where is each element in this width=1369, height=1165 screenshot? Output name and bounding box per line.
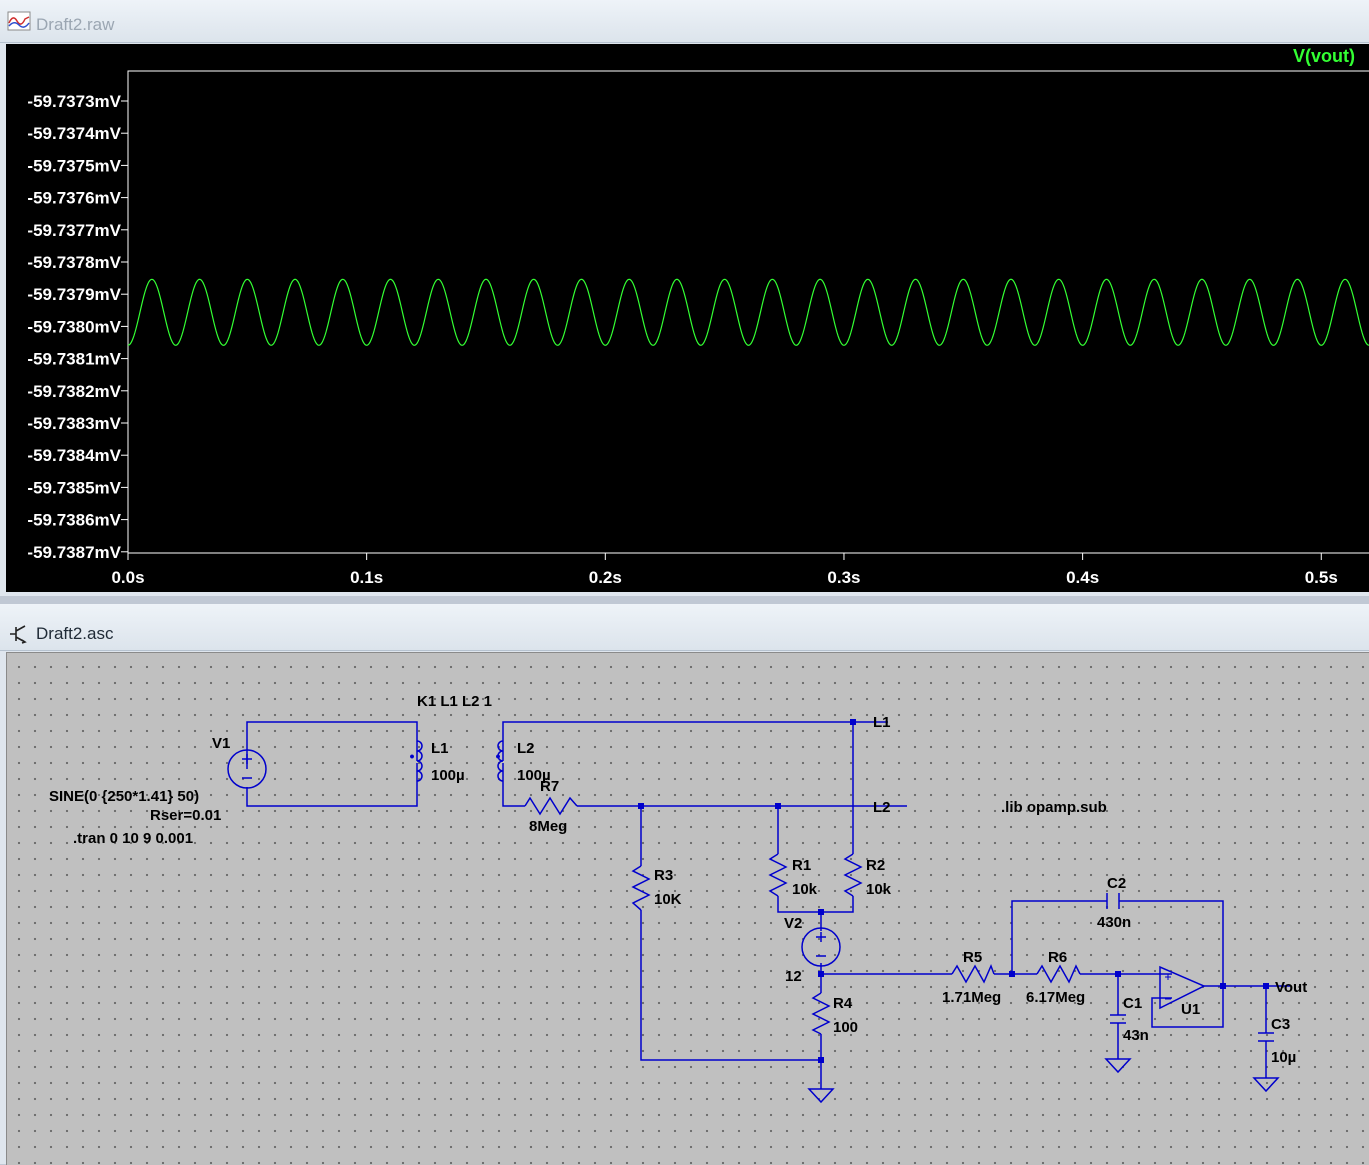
- x-tick-label: 0.4s: [1066, 568, 1099, 587]
- wires: [246, 721, 1275, 1089]
- wire: [246, 721, 418, 769]
- wire: [777, 896, 854, 913]
- r4-resistor[interactable]: [811, 992, 831, 1035]
- net-flag-stubs: [873, 721, 1290, 987]
- label-r4-value: 100: [833, 1019, 858, 1036]
- label-r3-value: 10K: [654, 891, 682, 908]
- label-r6: R6: [1048, 949, 1067, 966]
- y-tick-label: -59.7381mV: [27, 350, 121, 369]
- c1-capacitor[interactable]: [1110, 1014, 1126, 1024]
- dot-marks: [410, 754, 500, 759]
- wire: [246, 763, 418, 807]
- label-l2: L2: [517, 740, 535, 757]
- waveform-window: Draft2.raw -59.7373mV -59.7374mV -59.7375m…: [0, 0, 1369, 596]
- waveform-plot[interactable]: -59.7373mV -59.7374mV -59.7375mV -59.7376mV…: [6, 44, 1369, 592]
- opamp-pin-marks: [1165, 974, 1171, 1000]
- label-r7: R7: [540, 778, 559, 795]
- x-tick-label: 0.5s: [1305, 568, 1338, 587]
- ground-symbol: [807, 1088, 835, 1104]
- y-tick-label: -59.7385mV: [27, 478, 121, 497]
- label-c3: C3: [1271, 1016, 1290, 1033]
- label-v1-rser: Rser=0.01: [150, 807, 221, 824]
- waveform-plot-svg: -59.7373mV -59.7374mV -59.7375mV -59.7376mV…: [27, 46, 1369, 587]
- label-r1-value: 10k: [792, 881, 818, 898]
- label-c1-value: 43n: [1123, 1027, 1149, 1044]
- label-c3-value: 10µ: [1271, 1049, 1296, 1066]
- c2-capacitor[interactable]: [1106, 893, 1120, 909]
- r7-resistor[interactable]: [524, 796, 578, 816]
- schematic-window-title: Draft2.asc: [36, 624, 114, 643]
- label-l1: L1: [431, 740, 449, 757]
- y-tick-label: -59.7384mV: [27, 446, 121, 465]
- schematic-icon: [10, 625, 27, 644]
- net-label-vout: Vout: [1275, 979, 1307, 996]
- label-r4: R4: [833, 995, 853, 1012]
- y-tick-label: -59.7376mV: [27, 189, 121, 208]
- junction-dots: [638, 719, 1269, 1063]
- label-u1: U1: [1181, 1001, 1200, 1018]
- label-r5-value: 1.71Meg: [942, 989, 1001, 1006]
- label-r7-value: 8Meg: [529, 818, 567, 835]
- v2-source[interactable]: [801, 927, 841, 967]
- y-tick-label: -59.7387mV: [27, 543, 121, 562]
- label-r3: R3: [654, 867, 673, 884]
- trace-label-vout[interactable]: V(vout): [1293, 46, 1355, 66]
- label-r6-value: 6.17Meg: [1026, 989, 1085, 1006]
- schematic-window: Draft2.asc K1 L1 L2 1 V1 SINE(0 {250*1.4…: [0, 604, 1369, 1165]
- y-tick-label: -59.7378mV: [27, 253, 121, 272]
- ground-symbol: [1252, 1077, 1280, 1093]
- r1-resistor[interactable]: [768, 853, 788, 897]
- label-l1-value: 100µ: [431, 767, 465, 784]
- schematic-canvas[interactable]: K1 L1 L2 1 V1 SINE(0 {250*1.41} 50) Rser…: [6, 652, 1369, 1165]
- y-tick-label: -59.7375mV: [27, 156, 121, 175]
- net-label-l1: L1: [873, 714, 891, 731]
- y-tick-label: -59.7377mV: [27, 221, 121, 240]
- y-tick-label: -59.7386mV: [27, 511, 121, 530]
- wire: [502, 721, 853, 761]
- r5-resistor[interactable]: [951, 964, 995, 984]
- label-c2: C2: [1107, 875, 1126, 892]
- waveform-icon: [7, 11, 31, 31]
- label-tran: .tran 0 10 9 0.001: [73, 830, 193, 847]
- y-tick-label: -59.7379mV: [27, 285, 121, 304]
- x-tick-label: 0.3s: [827, 568, 860, 587]
- label-lib: .lib opamp.sub: [1001, 799, 1107, 816]
- label-c2-value: 430n: [1097, 914, 1131, 931]
- y-tick-label: -59.7380mV: [27, 317, 121, 336]
- x-tick-label: 0.0s: [111, 568, 144, 587]
- c3-capacitor[interactable]: [1258, 1032, 1274, 1042]
- wire: [640, 910, 821, 1061]
- label-c1: C1: [1123, 995, 1142, 1012]
- waveform-window-titlebar[interactable]: Draft2.raw: [0, 0, 1369, 43]
- label-v2: V2: [784, 915, 802, 932]
- y-tick-label: -59.7382mV: [27, 382, 121, 401]
- plot-frame: [127, 70, 1369, 554]
- label-r2-value: 10k: [866, 881, 892, 898]
- label-v2-value: 12: [785, 968, 802, 985]
- y-tick-label: -59.7373mV: [27, 92, 121, 111]
- label-k1: K1 L1 L2 1: [417, 693, 492, 710]
- x-tick-label: 0.1s: [350, 568, 383, 587]
- ground-symbol: [1104, 1058, 1132, 1074]
- r3-resistor[interactable]: [631, 865, 651, 911]
- label-r1: R1: [792, 857, 811, 874]
- label-r5: R5: [963, 949, 982, 966]
- x-tick-label: 0.2s: [589, 568, 622, 587]
- schematic-window-titlebar[interactable]: Draft2.asc: [0, 604, 1369, 651]
- y-tick-label: -59.7383mV: [27, 414, 121, 433]
- schematic-drawing: K1 L1 L2 1 V1 SINE(0 {250*1.41} 50) Rser…: [49, 693, 1307, 1104]
- r6-resistor[interactable]: [1036, 964, 1081, 984]
- r2-resistor[interactable]: [843, 853, 863, 897]
- label-v1-value: SINE(0 {250*1.41} 50): [49, 788, 199, 805]
- y-tick-label: -59.7374mV: [27, 124, 121, 143]
- net-label-l2: L2: [873, 799, 891, 816]
- waveform-window-title: Draft2.raw: [36, 15, 115, 34]
- label-r2: R2: [866, 857, 885, 874]
- label-v1: V1: [212, 735, 230, 752]
- trace-vout[interactable]: [127, 278, 1369, 346]
